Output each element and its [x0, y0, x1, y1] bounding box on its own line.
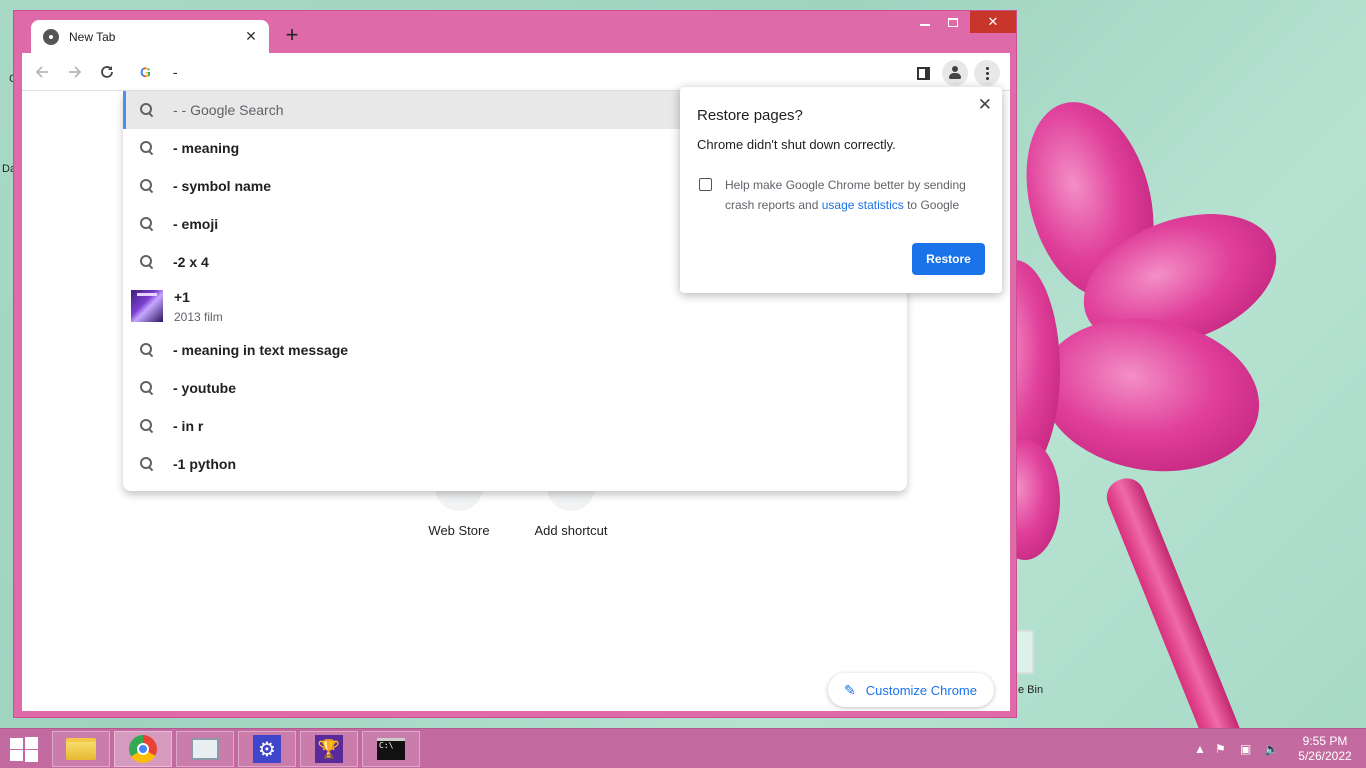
- shortcut-label: Add shortcut: [534, 523, 608, 538]
- browser-content: G - Web Store Add shortcut ✎ Customize C…: [22, 53, 1010, 711]
- search-icon: [139, 342, 155, 358]
- taskbar-command-prompt[interactable]: C:\: [362, 731, 420, 767]
- clock-time: 9:55 PM: [1302, 734, 1348, 748]
- search-icon: [139, 380, 155, 396]
- tab-new-tab[interactable]: New Tab ✕: [31, 20, 269, 53]
- maximize-icon: [948, 17, 958, 27]
- suggestion-text: - in r: [173, 418, 204, 434]
- restore-button[interactable]: Restore: [912, 243, 985, 275]
- help-text-suffix: to Google: [903, 198, 960, 212]
- search-icon: [139, 178, 155, 194]
- search-icon: [139, 418, 155, 434]
- suggestion-item[interactable]: - meaning in text message: [123, 331, 907, 369]
- recycle-bin-label[interactable]: e Bin: [1018, 684, 1043, 696]
- close-window-button[interactable]: ✕: [970, 11, 1016, 33]
- windows-logo-icon: [10, 738, 23, 749]
- entity-subtitle: 2013 film: [174, 309, 223, 324]
- command-prompt-icon: C:\: [377, 738, 405, 760]
- suggestion-text: - emoji: [173, 216, 219, 232]
- google-g-icon: G: [140, 64, 151, 80]
- side-panel-button[interactable]: [910, 60, 936, 86]
- folder-icon: [66, 738, 96, 760]
- trophy-icon: 🏆: [315, 735, 343, 763]
- search-icon: [139, 140, 155, 156]
- dialog-title: Restore pages?: [697, 107, 803, 124]
- restore-pages-dialog: ✕ Restore pages? Chrome didn't shut down…: [680, 87, 1002, 293]
- title-bar[interactable]: New Tab ✕ + ✕: [14, 11, 1016, 53]
- suggestion-item[interactable]: - youtube: [123, 369, 907, 407]
- search-icon: [139, 102, 155, 118]
- film-thumbnail: [131, 290, 163, 322]
- forward-arrow-icon: [69, 66, 82, 78]
- help-text: Help make Google Chrome better by sendin…: [725, 175, 985, 215]
- suggestion-text: - youtube: [173, 380, 236, 396]
- side-panel-icon: [916, 66, 930, 80]
- back-button[interactable]: [30, 60, 54, 84]
- maximize-button[interactable]: [940, 11, 966, 33]
- reload-button[interactable]: [95, 60, 119, 84]
- search-icon: [139, 254, 155, 270]
- suggestion-item[interactable]: -1 python: [123, 445, 907, 483]
- network-icon[interactable]: ▣: [1240, 729, 1251, 768]
- reload-icon: [101, 66, 113, 78]
- clock-date: 5/26/2022: [1298, 749, 1352, 763]
- send-reports-checkbox[interactable]: [699, 178, 712, 191]
- forward-button[interactable]: [63, 60, 87, 84]
- customize-chrome-button[interactable]: ✎ Customize Chrome: [828, 673, 994, 707]
- taskbar-task-manager[interactable]: [176, 731, 234, 767]
- suggestion-item[interactable]: - in r: [123, 407, 907, 445]
- minimize-icon: [920, 24, 930, 26]
- suggestion-text: -2 x 4: [173, 254, 209, 270]
- customize-label: Customize Chrome: [865, 682, 977, 698]
- usage-statistics-link[interactable]: usage statistics: [822, 198, 904, 212]
- pencil-icon: ✎: [844, 681, 856, 698]
- chrome-favicon-icon: [43, 28, 59, 45]
- person-icon: [948, 66, 962, 80]
- taskbar-chrome[interactable]: [114, 731, 172, 767]
- action-center-flag-icon[interactable]: ⚑: [1215, 729, 1226, 768]
- shortcut-label: Web Store: [428, 523, 490, 538]
- taskbar-trophy-app[interactable]: 🏆: [300, 731, 358, 767]
- volume-muted-icon[interactable]: 🔈: [1264, 729, 1279, 768]
- start-button[interactable]: [8, 737, 38, 762]
- system-clock[interactable]: 9:55 PM 5/26/2022: [1290, 734, 1360, 764]
- suggestion-text: -1 python: [173, 456, 236, 472]
- minimize-button[interactable]: [910, 11, 940, 33]
- browser-toolbar: G -: [22, 53, 1010, 91]
- tray-overflow-icon[interactable]: ▲: [1194, 729, 1206, 768]
- profile-button[interactable]: [942, 60, 968, 86]
- dialog-message: Chrome didn't shut down correctly.: [697, 137, 896, 152]
- gear-icon: ⚙: [253, 735, 281, 763]
- search-icon: [139, 456, 155, 472]
- close-icon[interactable]: ✕: [978, 95, 992, 115]
- entity-title: +1: [174, 288, 190, 305]
- tab-close-icon[interactable]: ✕: [243, 28, 259, 45]
- chrome-menu-button[interactable]: [974, 60, 1000, 86]
- suggestion-text: - - Google Search: [173, 102, 284, 118]
- search-icon: [139, 216, 155, 232]
- suggestion-text: - meaning in text message: [173, 342, 349, 358]
- back-arrow-icon: [35, 66, 48, 78]
- new-tab-button[interactable]: +: [281, 24, 303, 46]
- taskbar-file-explorer[interactable]: [52, 731, 110, 767]
- suggestion-text: - symbol name: [173, 178, 272, 194]
- monitor-icon: [191, 738, 219, 760]
- omnibox-input[interactable]: -: [173, 64, 178, 80]
- taskbar: ⚙ 🏆 C:\ ▲ ⚑ ▣ 🔈 9:55 PM 5/26/2022: [0, 728, 1366, 768]
- chrome-icon: [129, 735, 157, 763]
- omnibox[interactable]: G -: [132, 53, 692, 91]
- taskbar-settings[interactable]: ⚙: [238, 731, 296, 767]
- desktop-wallpaper: [1000, 60, 1366, 730]
- suggestion-text: - meaning: [173, 140, 240, 156]
- chrome-window: New Tab ✕ + ✕ G - Web Store Add shortcut…: [13, 10, 1017, 718]
- tab-title: New Tab: [69, 29, 116, 44]
